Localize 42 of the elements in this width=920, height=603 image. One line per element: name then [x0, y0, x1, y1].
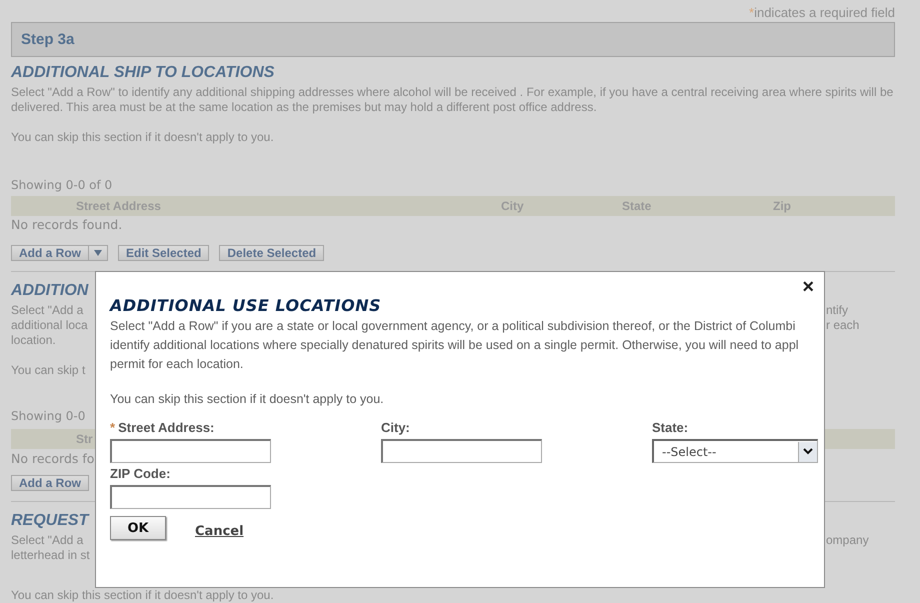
- section-description: location.: [11, 333, 56, 348]
- section-description: Select "Add a: [11, 303, 84, 318]
- required-note: indicates a required field: [754, 5, 895, 20]
- chevron-icon: [803, 448, 813, 455]
- empty-message: No records found.: [11, 216, 124, 234]
- dialog-description: identify additional locations where specially denatured spirits will be used on a single permit. Otherwise, you will need to appl: [110, 337, 799, 354]
- cancel-link[interactable]: Cancel: [195, 524, 244, 538]
- section-description: ompany: [826, 533, 869, 548]
- field-label: ZIP Code:: [110, 466, 170, 481]
- section-title: ADDITION: [11, 281, 88, 301]
- field-label: State:: [652, 420, 688, 435]
- section-title: REQUEST: [11, 511, 88, 531]
- section-title: ADDITIONAL SHIP TO LOCATIONS: [11, 63, 276, 83]
- required-mark: *: [110, 420, 116, 435]
- input-field[interactable]: [110, 439, 271, 463]
- ok-button[interactable]: OK: [110, 516, 166, 540]
- dropdown-button[interactable]: [88, 245, 108, 261]
- section-description: You can skip this section if it doesn't apply to you.: [11, 588, 274, 602]
- dialog-description: Select "Add a Row" if you are a state or local government agency, or a political subdivision thereof, or the District of Columbi: [110, 318, 796, 335]
- field-label: Street Address:: [118, 420, 214, 435]
- section-description: You can skip this section if it doesn't apply to you.: [11, 130, 275, 145]
- section-description: r each: [826, 318, 860, 333]
- input-field[interactable]: [110, 485, 271, 509]
- section-description: letterhead in st: [11, 548, 90, 563]
- dialog-description: You can skip this section if it doesn't apply to you.: [110, 392, 385, 407]
- record-count: Showing 0-0 of 0: [11, 177, 114, 193]
- required-mark: *: [749, 5, 754, 20]
- field-label: City:: [381, 420, 410, 435]
- close-button[interactable]: ×: [798, 276, 818, 299]
- caret-icon: [94, 250, 102, 256]
- dialog-title: ADDITIONAL USE LOCATIONS: [110, 296, 382, 315]
- section-description: ntify: [826, 303, 848, 318]
- empty-message: No records fo: [11, 450, 94, 464]
- state-dropdown[interactable]: --Select--: [652, 439, 818, 463]
- section-description: Select "Add a Row" to identify any additional shipping addresses where alcohol will be received . For example, if you have a central receiving area where spirits will be delivered. This area must be at the same location as the premises but may hold a different post office address.: [11, 85, 894, 115]
- section-description: additional loca: [11, 318, 88, 333]
- input-field[interactable]: [381, 439, 542, 463]
- record-count: Showing 0-0: [11, 408, 86, 423]
- dialog-description: permit for each location.: [110, 356, 244, 373]
- step-header: Step 3a: [11, 22, 895, 57]
- section-description: Select "Add a: [11, 533, 84, 548]
- section-description: You can skip t: [11, 363, 86, 378]
